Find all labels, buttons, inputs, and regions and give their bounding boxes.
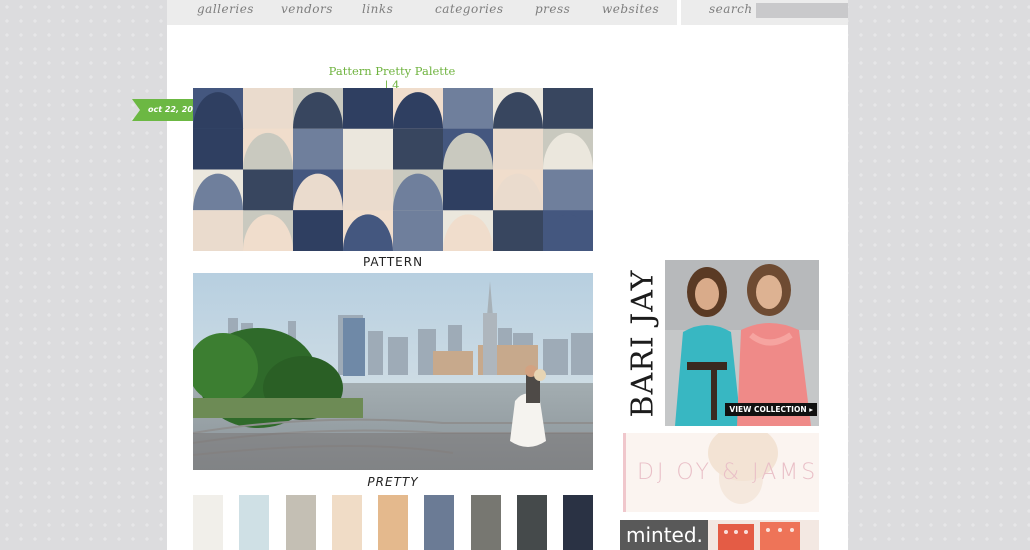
ad-djs[interactable]: DJ OY & JAMS [623,433,819,512]
content-card: Pattern Pretty Palette | 4 oct 22, 2012 … [132,25,848,550]
ad-bari-jay-photo: VIEW COLLECTION ▸ [665,260,819,426]
nav-vendors[interactable]: vendors [281,2,333,16]
ad-bari-jay-brand-text: BARI JAY [625,269,660,417]
top-nav: galleries vendors links categories press… [167,0,848,25]
palette-swatch [378,495,408,550]
nav-websites[interactable]: websites [602,2,659,16]
pattern-image [193,88,593,251]
nav-divider [677,0,681,25]
palette-swatch [424,495,454,550]
pretty-photo [193,273,593,470]
palette-swatch [286,495,316,550]
palette-swatch [563,495,593,550]
color-palette [193,495,593,550]
pattern-graphic [193,88,593,251]
ad-bari-jay-brand: BARI JAY [620,260,665,426]
ad-bari-jay[interactable]: BARI JAY VIEW COLLECTION ▸ [620,260,819,426]
ad-minted[interactable]: minted. [620,520,819,550]
palette-swatch [517,495,547,550]
nav-links[interactable]: links [362,2,393,16]
minted-logo: minted. [620,520,708,550]
view-collection-button[interactable]: VIEW COLLECTION ▸ [725,403,817,416]
date-ribbon: oct 22, 2012 [132,99,194,121]
palette-swatch [239,495,269,550]
pretty-caption: PRETTY [367,475,419,489]
nav-links: galleries vendors links categories press… [167,0,677,25]
search-label: search [709,2,753,16]
nav-galleries[interactable]: galleries [197,2,254,16]
palette-swatch [193,495,223,550]
pattern-caption: PATTERN [362,255,424,269]
nav-categories[interactable]: categories [435,2,504,16]
search-input[interactable] [756,3,848,18]
ad-djs-text: DJ OY & JAMS [637,460,819,485]
palette-swatch [332,495,362,550]
palette-swatch [471,495,501,550]
nav-press[interactable]: press [535,2,570,16]
